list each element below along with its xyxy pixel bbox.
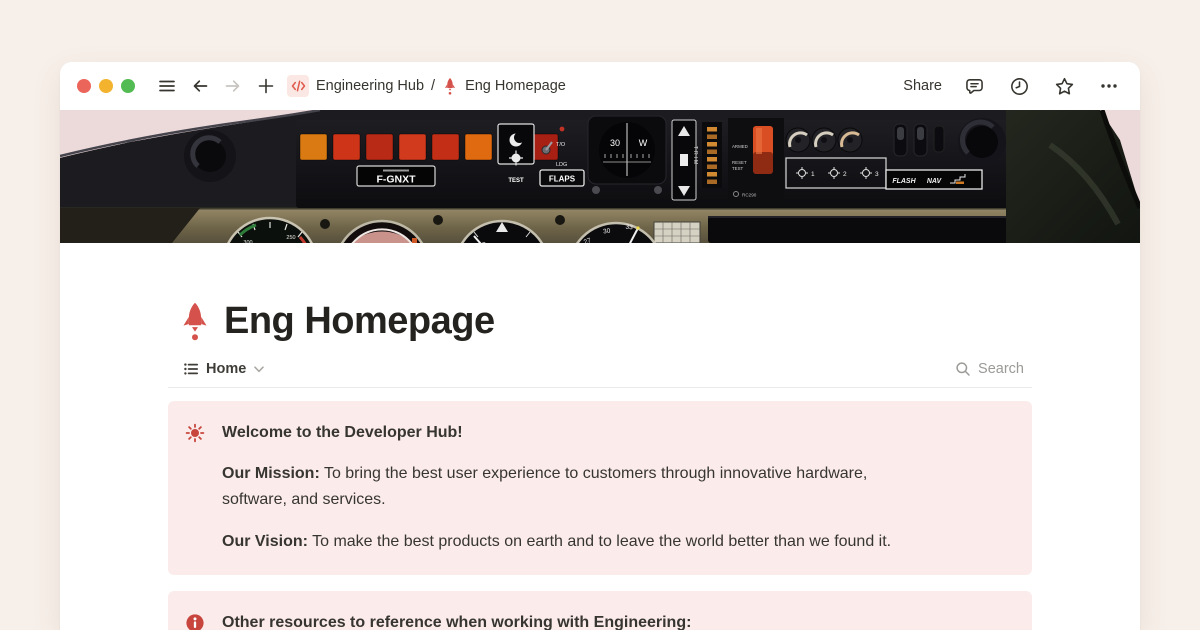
knob-number-3: 3 [875,171,879,178]
arrow-right-icon [223,76,243,96]
page-cover-image[interactable]: 250 300 9 27 30 33 [60,110,1140,243]
view-tab-bar: Home Search [168,361,1032,388]
callout-welcome-title[interactable]: Welcome to the Developer Hub! [222,421,912,445]
rmi-30: 30 [603,227,612,235]
info-icon[interactable] [185,612,205,630]
toolbar-left-group [77,73,279,99]
star-icon [1054,76,1075,97]
flash-label: FLASH [892,178,916,185]
test-label: TEST [508,178,524,184]
mission-lead: Our Mission: [222,465,320,482]
view-tab-home[interactable]: Home [183,361,264,377]
new-page-button[interactable] [253,73,279,99]
compass-heading: 30 [610,138,620,148]
nav-label: NAV [927,178,943,185]
trim-indicator: TRIM [672,120,698,200]
hamburger-icon [157,76,177,96]
page-content: Eng Homepage Home Search [60,300,1140,630]
sun-glyph [185,423,205,443]
flash-nav-placard: FLASH NAV [886,170,982,189]
share-button[interactable]: Share [903,78,942,94]
updates-button[interactable] [1006,73,1032,99]
page-title[interactable]: Eng Homepage [224,300,495,343]
comment-icon [964,76,985,97]
breadcrumb-page[interactable]: Eng Homepage [465,78,566,94]
rocket-glyph [442,77,458,96]
clock-icon [1009,76,1030,97]
light-knobs [786,128,862,152]
compass-cardinal: W [639,138,648,148]
close-window-button[interactable] [77,79,91,93]
more-options-button[interactable] [1096,73,1122,99]
rocket-glyph-large [177,301,213,343]
cover-table-placard [654,222,700,243]
armed-switch-module: ARMED RESET TEST RC290 [728,118,784,202]
callout-body: Other resources to reference when workin… [222,611,691,630]
minimize-window-button[interactable] [99,79,113,93]
registration-text: F-GNXT [376,174,416,186]
breadcrumb-workspace[interactable]: Engineering Hub [316,78,424,94]
air-vent-right [958,118,1006,166]
callout-resources[interactable]: Other resources to reference when workin… [168,591,1032,630]
air-vent-left [184,130,236,182]
page-title-row: Eng Homepage [168,300,1032,343]
search-icon [955,361,971,377]
search-label: Search [978,361,1024,377]
plus-icon [257,77,275,95]
rmi-33: 33 [625,224,633,232]
vision-paragraph[interactable]: Our Vision: To make the best products on… [222,529,912,555]
breadcrumb-separator: / [431,78,435,94]
armed-label: ARMED [732,144,748,149]
knob-number-1: 1 [811,171,815,178]
ellipsis-icon [1099,76,1119,96]
callout-body: Welcome to the Developer Hub! Our Missio… [222,421,912,555]
code-icon[interactable] [287,75,309,97]
callout-resources-title[interactable]: Other resources to reference when workin… [222,611,691,630]
code-glyph [291,80,306,92]
traffic-lights [77,79,135,93]
page-rocket-icon[interactable] [176,301,214,343]
forward-button[interactable] [220,73,246,99]
amber-bars [702,122,722,188]
airspeed-300: 300 [243,240,252,243]
search-button[interactable]: Search [955,361,1024,377]
comments-button[interactable] [961,73,987,99]
heading-number: 9 [482,240,486,243]
reset-test-label: TEST [732,166,744,171]
arrow-left-icon [190,76,210,96]
view-tab-label: Home [206,361,246,377]
callout-welcome[interactable]: Welcome to the Developer Hub! Our Missio… [168,401,1032,575]
vision-text: To make the best products on earth and t… [308,533,891,550]
reset-label: RESET [732,160,747,165]
registration-placard: F-GNXT [357,166,435,186]
info-glyph [185,613,205,630]
sun-icon[interactable] [185,422,205,444]
zoom-window-button[interactable] [121,79,135,93]
landing-label: LDG [556,162,567,168]
bulleted-list-icon [183,361,199,377]
flaps-placard: FLAPS [540,170,584,186]
magnetic-compass: 30 W [588,116,666,194]
takeoff-label: T/O [556,142,566,148]
breadcrumb: Engineering Hub / Eng Homepage [287,75,566,97]
flaps-label: FLAPS [549,175,576,184]
rocket-icon [442,77,458,96]
sidebar-toggle-button[interactable] [154,73,180,99]
cockpit-illustration: 250 300 9 27 30 33 [60,110,1140,243]
airspeed-250: 250 [286,235,295,241]
toolbar-right-group: Share [903,73,1122,99]
notion-window: Engineering Hub / Eng Homepage Share [60,62,1140,630]
back-button[interactable] [187,73,213,99]
window-toolbar: Engineering Hub / Eng Homepage Share [60,62,1140,110]
chevron-down-icon[interactable] [254,366,264,373]
mission-text: To bring the best user experience to cus… [222,465,867,508]
favorite-button[interactable] [1051,73,1077,99]
trim-label: TRIM [692,146,698,166]
radio-label: RC290 [742,193,757,198]
vision-lead: Our Vision: [222,533,308,550]
rocker-switches [894,124,944,156]
knob-number-2: 2 [843,171,847,178]
mission-paragraph[interactable]: Our Mission: To bring the best user expe… [222,461,912,513]
